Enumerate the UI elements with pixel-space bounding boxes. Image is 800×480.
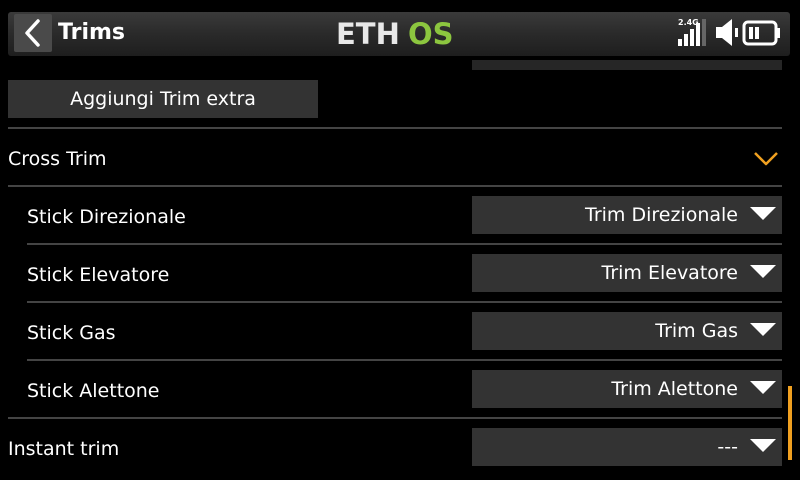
instant-trim-dropdown[interactable]: --- [472, 428, 782, 466]
stick-alettone-label: Stick Alettone [27, 380, 160, 402]
band-label: 2.4G [678, 18, 699, 27]
dropdown-arrow-icon [750, 323, 776, 336]
dropdown-value: --- [717, 436, 738, 458]
speaker-icon [716, 19, 738, 46]
status-icons: 2.4G [678, 18, 780, 46]
stick-elevatore-dropdown[interactable]: Trim Elevatore [472, 254, 782, 292]
cross-trim-label[interactable]: Cross Trim [8, 147, 107, 171]
partial-dropdown[interactable] [472, 60, 782, 70]
dropdown-arrow-icon [750, 207, 776, 220]
dropdown-value: Trim Direzionale [585, 204, 738, 226]
dropdown-arrow-icon [750, 381, 776, 394]
divider [8, 185, 782, 187]
dropdown-arrow-icon [750, 439, 776, 452]
scrollbar[interactable] [788, 386, 792, 460]
divider [27, 359, 782, 361]
logo-text-right: OS [408, 18, 454, 50]
divider [8, 417, 782, 419]
stick-alettone-dropdown[interactable]: Trim Alettone [472, 370, 782, 408]
back-button[interactable] [14, 14, 52, 52]
logo-text-left: ETH [336, 18, 400, 50]
divider [8, 127, 782, 129]
instant-trim-label: Instant trim [8, 438, 120, 460]
dropdown-value: Trim Elevatore [601, 262, 738, 284]
ethos-logo: ETH OS [336, 18, 454, 50]
header-bar: Trims ETH OS 2.4G [0, 0, 800, 66]
stick-gas-dropdown[interactable]: Trim Gas [472, 312, 782, 350]
stick-direzionale-label: Stick Direzionale [27, 206, 186, 228]
divider [27, 243, 782, 245]
dropdown-arrow-icon [750, 265, 776, 278]
dropdown-value: Trim Alettone [611, 378, 738, 400]
chevron-down-icon[interactable] [752, 148, 780, 170]
stick-direzionale-dropdown[interactable]: Trim Direzionale [472, 196, 782, 234]
add-extra-trim-button[interactable]: Aggiungi Trim extra [8, 80, 318, 118]
stick-elevatore-label: Stick Elevatore [27, 264, 170, 286]
page-title: Trims [58, 20, 125, 45]
divider [27, 301, 782, 303]
dropdown-value: Trim Gas [655, 320, 738, 342]
stick-gas-label: Stick Gas [27, 322, 116, 344]
battery-icon [742, 20, 780, 46]
back-arrow-icon [25, 19, 40, 47]
